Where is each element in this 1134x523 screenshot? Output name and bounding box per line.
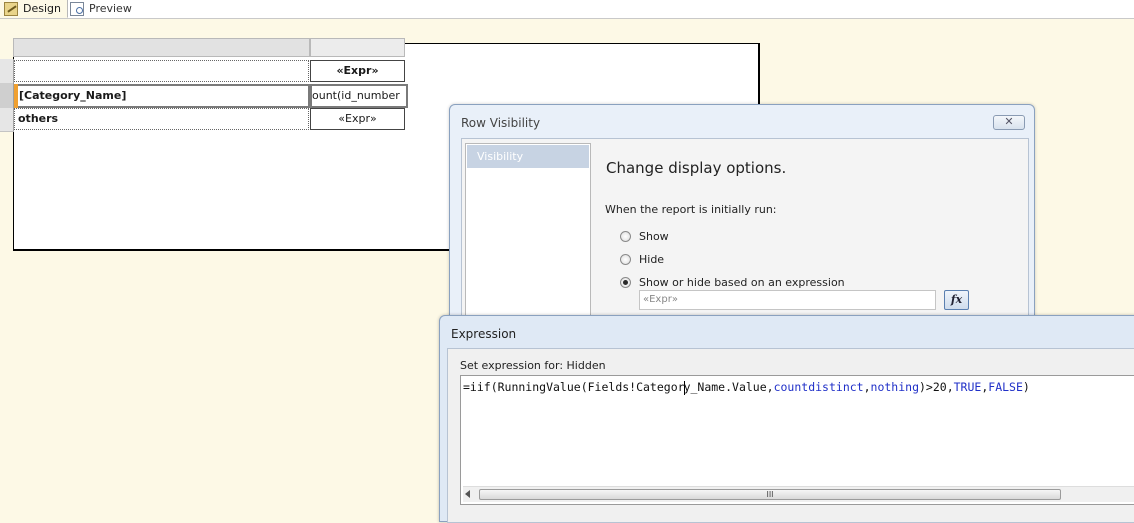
row-handle-others[interactable] — [0, 108, 14, 132]
tab-design[interactable]: Design — [0, 0, 68, 18]
code-part: )>20, — [919, 380, 954, 394]
count-id-number-cell[interactable]: ount(id_number — [310, 84, 408, 108]
selected-row-marker — [14, 84, 18, 108]
close-button[interactable]: ✕ — [993, 115, 1025, 130]
radio-expression-option[interactable]: Show or hide based on an expression — [620, 274, 845, 290]
tablix-header-left-cell[interactable] — [14, 60, 309, 82]
tab-design-label: Design — [23, 2, 61, 15]
scroll-left-icon[interactable] — [465, 490, 470, 498]
fx-button[interactable]: fx — [944, 290, 969, 310]
expression-dialog-content: Set expression for: Hidden =iif(RunningV… — [447, 348, 1134, 523]
radio-expression[interactable] — [620, 276, 631, 288]
fx-icon: fx — [950, 293, 963, 306]
dialog-title: Row Visibility — [461, 116, 541, 130]
tablix-header-expr-cell[interactable]: «Expr» — [310, 60, 405, 82]
preview-icon — [70, 1, 84, 16]
radio-hide-option[interactable]: Hide — [620, 251, 664, 267]
expression-dialog-title: Expression — [451, 327, 517, 341]
radio-show-option[interactable]: Show — [620, 228, 669, 244]
dialog-nav-pane: Visibility — [465, 143, 591, 335]
expression-field[interactable]: «Expr» — [639, 290, 936, 310]
code-part: , — [863, 380, 871, 394]
set-expression-label: Set expression for: Hidden — [460, 359, 606, 372]
initial-run-label: When the report is initially run: — [605, 203, 777, 216]
section-heading: Change display options. — [606, 159, 787, 177]
expression-editor[interactable]: =iif(RunningValue(Fields!Category_Name.V… — [460, 375, 1134, 505]
radio-expression-label: Show or hide based on an expression — [639, 275, 845, 289]
nav-item-visibility[interactable]: Visibility — [467, 145, 589, 168]
horizontal-scrollbar[interactable]: III — [463, 486, 1134, 502]
code-keyword: nothing — [870, 380, 919, 394]
others-expr-cell[interactable]: «Expr» — [310, 108, 405, 130]
expression-dialog: Expression Set expression for: Hidden =i… — [439, 315, 1134, 523]
close-icon: ✕ — [1004, 115, 1014, 128]
code-keyword: TRUE — [953, 380, 982, 394]
radio-hide-label: Hide — [639, 252, 665, 266]
code-keyword: countdistinct — [773, 380, 864, 394]
code-part: ) — [1022, 380, 1030, 394]
others-cell[interactable]: others — [14, 108, 309, 130]
expression-code: =iif(RunningValue(Fields!Category_Name.V… — [463, 380, 1030, 395]
code-keyword: FALSE — [988, 380, 1023, 394]
radio-show[interactable] — [620, 230, 631, 242]
row-handle-header[interactable] — [0, 59, 14, 84]
column-handle-left[interactable] — [13, 38, 310, 57]
dialog-content: Visibility Change display options. When … — [461, 138, 1029, 337]
row-visibility-dialog: Row Visibility ✕ Visibility Change displ… — [449, 104, 1035, 337]
tab-preview-label: Preview — [89, 2, 132, 15]
category-name-cell[interactable]: [Category_Name] — [14, 84, 310, 108]
scrollbar-thumb[interactable]: III — [479, 489, 1061, 500]
column-handle-right[interactable] — [310, 38, 405, 57]
design-icon — [4, 1, 18, 16]
row-handle-category[interactable] — [0, 83, 14, 109]
code-part: =iif(RunningValue(Fields!Categor — [463, 380, 685, 394]
code-part: y_Name.Value, — [683, 380, 774, 394]
view-tab-bar: Design Preview — [0, 0, 1134, 19]
tab-preview[interactable]: Preview — [66, 0, 138, 17]
radio-show-label: Show — [639, 229, 669, 243]
radio-hide[interactable] — [620, 253, 631, 265]
